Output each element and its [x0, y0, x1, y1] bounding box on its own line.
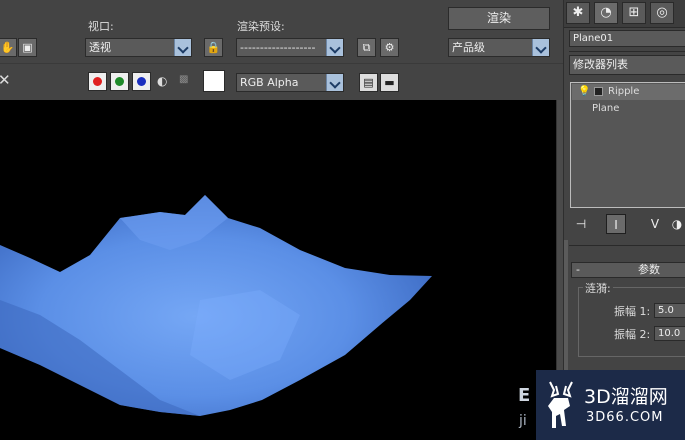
rendered-frame-window: ✋ ▣ 视口: 透视 🔒 渲染预设: ------------------- ⧉… [0, 0, 563, 440]
rippled-plane-render [0, 195, 432, 416]
red-dot-icon [93, 77, 102, 86]
amplitude-1-spinner[interactable]: 5.0 [654, 303, 685, 318]
green-dot-icon [115, 77, 124, 86]
watermark-brand: 3D溜溜网 [584, 386, 668, 408]
render-setup-icon[interactable]: ⧉ [357, 38, 376, 57]
amplitude-1-label: 振幅 1: [614, 305, 651, 318]
toggle-ui-icon[interactable]: ▬ [380, 73, 399, 92]
stack-item-label: Ripple [608, 86, 640, 97]
close-icon[interactable]: ✕ [0, 71, 11, 89]
chevron-down-icon [326, 39, 343, 56]
render-quality-value: 产品级 [452, 41, 485, 54]
panel-scrollbar[interactable] [564, 240, 568, 370]
watermark-fragment: E [518, 385, 531, 406]
remove-modifier-icon[interactable]: ◑ [667, 214, 685, 234]
background-color-swatch[interactable] [203, 70, 225, 92]
modifier-list-dropdown[interactable]: 修改器列表 [569, 55, 685, 75]
copy-image-icon[interactable]: ▣ [18, 38, 37, 57]
modifier-stack: 💡 Ripple Plane [570, 82, 685, 208]
parameters-rollout-header[interactable]: - 参数 [571, 262, 685, 278]
deer-logo-icon [548, 381, 573, 428]
divider [569, 51, 685, 52]
pin-stack-icon[interactable]: ⊣ [571, 214, 591, 234]
render-button[interactable]: 渲染 [448, 7, 550, 30]
pan-icon[interactable]: ✋ [0, 38, 17, 57]
render-preset-select[interactable]: ------------------- [236, 38, 344, 57]
render-preset-label: 渲染预设: [237, 20, 285, 33]
render-preset-value: ------------------- [240, 41, 316, 54]
blue-channel-toggle[interactable] [132, 72, 151, 91]
render-quality-select[interactable]: 产品级 [448, 38, 550, 57]
toggle-ui-overlay-icon[interactable]: ▤ [359, 73, 378, 92]
viewport-select-value: 透视 [89, 41, 111, 54]
green-channel-toggle[interactable] [110, 72, 129, 91]
expand-icon[interactable] [594, 87, 603, 96]
stack-item-ripple[interactable]: 💡 Ripple [572, 84, 685, 100]
render-toolbar: ✋ ▣ 视口: 透视 🔒 渲染预设: ------------------- ⧉… [0, 0, 563, 62]
blue-dot-icon [137, 77, 146, 86]
amplitude-2-spinner[interactable]: 10.0 [654, 326, 685, 341]
red-channel-toggle[interactable] [88, 72, 107, 91]
alpha-channel-icon[interactable]: ◐ [157, 74, 167, 88]
render-viewport [0, 100, 556, 440]
rollout-title: 参数 [638, 263, 660, 276]
rollout-toggle: - [576, 263, 580, 276]
amplitude-2-label: 振幅 2: [614, 328, 651, 341]
show-end-result-icon[interactable]: I [606, 214, 626, 234]
chevron-down-icon [532, 39, 549, 56]
display-channel-value: RGB Alpha [240, 76, 299, 89]
motion-tab-icon[interactable]: ◎ [650, 2, 674, 24]
environment-icon[interactable]: ⚙ [380, 38, 399, 57]
chevron-down-icon [326, 74, 343, 91]
stack-item-label: Plane [592, 103, 620, 114]
make-unique-icon[interactable]: V [645, 214, 665, 234]
viewport-select[interactable]: 透视 [85, 38, 192, 57]
create-tab-icon[interactable]: ✱ [566, 2, 590, 24]
monochrome-icon[interactable]: ▩ [179, 74, 188, 85]
display-channel-select[interactable]: RGB Alpha [236, 73, 344, 92]
lightbulb-icon[interactable]: 💡 [578, 84, 590, 100]
stack-tools-row: ⊣ I V ◑ [569, 213, 685, 235]
stack-item-plane[interactable]: Plane [572, 101, 685, 117]
watermark-fragment-2: ji [519, 413, 527, 429]
lock-icon[interactable]: 🔒 [204, 38, 223, 57]
object-name-field[interactable]: Plane01 [569, 30, 685, 47]
command-panel-tabs: ✱ ◔ ⊞ ◎ [564, 0, 685, 28]
divider [569, 245, 685, 246]
watermark-logo: 3D溜溜网 3D66.COM [536, 370, 685, 440]
watermark-domain: 3D66.COM [586, 410, 664, 425]
chevron-down-icon [174, 39, 191, 56]
hierarchy-tab-icon[interactable]: ⊞ [622, 2, 646, 24]
ripple-group: 涟漪: [578, 280, 685, 357]
viewport-label: 视口: [88, 20, 114, 33]
modify-tab-icon[interactable]: ◔ [594, 2, 618, 24]
group-title: 涟漪: [583, 280, 613, 296]
